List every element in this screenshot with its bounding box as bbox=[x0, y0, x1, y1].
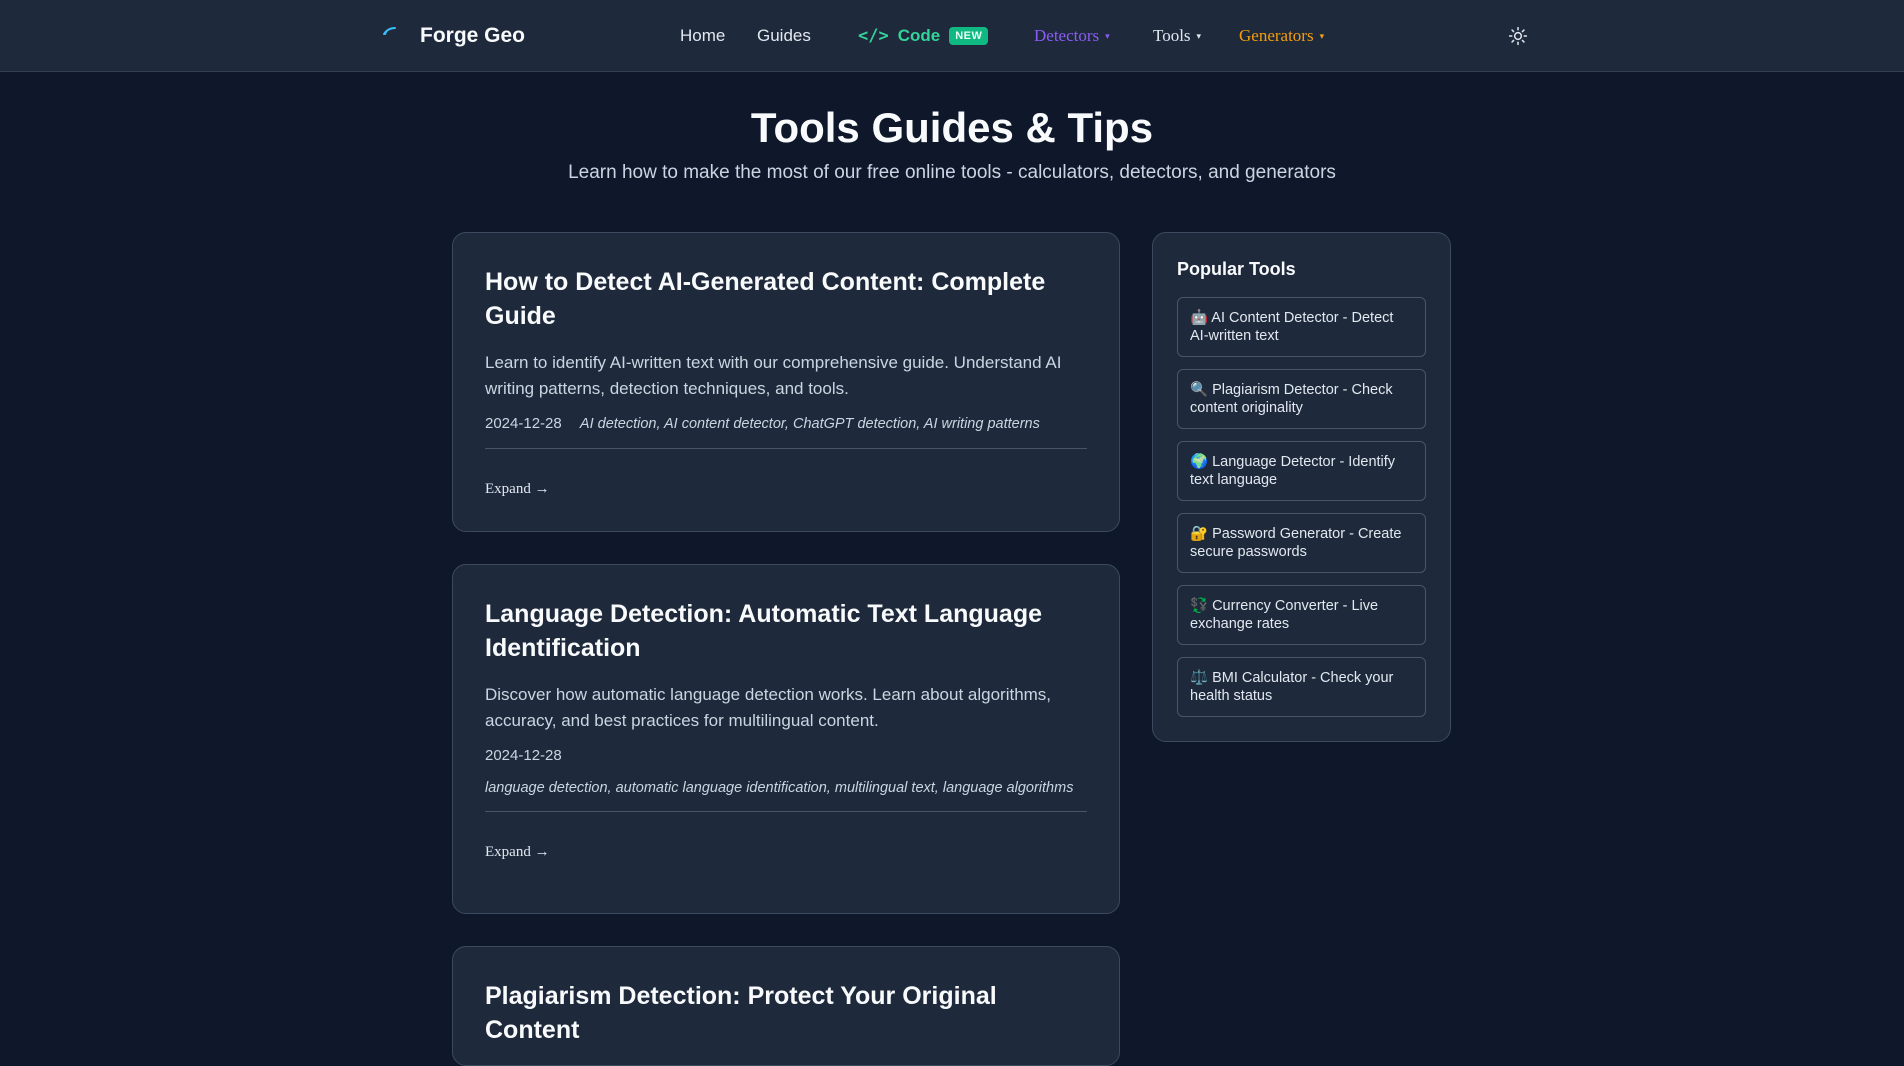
code-icon: </> bbox=[858, 26, 889, 46]
article-date: 2024-12-28 bbox=[485, 747, 562, 764]
forge-logo-icon bbox=[383, 27, 396, 35]
page-subtitle: Learn how to make the most of our free o… bbox=[568, 162, 1336, 183]
article-card: Plagiarism Detection: Protect Your Origi… bbox=[452, 946, 1120, 1066]
sidebar-item-plagiarism-detector[interactable]: 🔍 Plagiarism Detector - Check content or… bbox=[1177, 369, 1426, 429]
nav-code-label: Code bbox=[897, 26, 941, 45]
article-date: 2024-12-28 bbox=[485, 415, 562, 432]
nav-generators-label: Generators bbox=[1239, 26, 1314, 45]
expand-button[interactable]: Expand → bbox=[485, 844, 550, 861]
theme-toggle-button[interactable] bbox=[1506, 24, 1530, 48]
divider bbox=[485, 448, 1087, 449]
article-description: Discover how automatic language detectio… bbox=[485, 685, 1052, 730]
article-meta: 2024-12-28 language detection, automatic… bbox=[485, 746, 1087, 797]
nav-home[interactable]: Home bbox=[680, 26, 725, 46]
chevron-down-icon: ▾ bbox=[1105, 30, 1110, 41]
sidebar-item-ai-content-detector[interactable]: 🤖 AI Content Detector - Detect AI-writte… bbox=[1177, 297, 1426, 357]
article-card: How to Detect AI-Generated Content: Comp… bbox=[452, 232, 1120, 532]
article-meta: 2024-12-28 AI detection, AI content dete… bbox=[485, 414, 1087, 434]
expand-button[interactable]: Expand → bbox=[485, 481, 550, 498]
brand-link[interactable]: Forge Geo bbox=[378, 22, 525, 50]
sidebar-title: Popular Tools bbox=[1177, 259, 1296, 279]
nav-detectors-label: Detectors bbox=[1034, 26, 1100, 45]
nav-detectors-dropdown[interactable]: Detectors ▾ bbox=[1034, 26, 1110, 46]
new-badge: NEW bbox=[949, 27, 989, 45]
nav-tools-label: Tools bbox=[1153, 26, 1191, 45]
top-navigation-bar: Forge Geo Home Guides </> Code NEW Detec… bbox=[0, 0, 1904, 72]
article-title[interactable]: How to Detect AI-Generated Content: Comp… bbox=[485, 265, 1087, 333]
nav-code[interactable]: </> Code NEW bbox=[858, 24, 989, 48]
article-title[interactable]: Language Detection: Automatic Text Langu… bbox=[485, 597, 1087, 665]
sidebar-item-currency-converter[interactable]: 💱 Currency Converter - Live exchange rat… bbox=[1177, 585, 1426, 645]
article-tags: AI detection, AI content detector, ChatG… bbox=[579, 416, 1040, 432]
article-tags: language detection, automatic language i… bbox=[485, 780, 1074, 796]
sun-icon bbox=[1508, 26, 1528, 46]
nav-generators-dropdown[interactable]: Generators ▾ bbox=[1239, 26, 1324, 46]
page-title: Tools Guides & Tips bbox=[750, 104, 1154, 151]
sidebar-item-bmi-calculator[interactable]: ⚖️ BMI Calculator - Check your health st… bbox=[1177, 657, 1426, 717]
nav-tools-dropdown[interactable]: Tools ▾ bbox=[1153, 26, 1201, 46]
article-title[interactable]: Plagiarism Detection: Protect Your Origi… bbox=[485, 979, 1087, 1047]
article-card: Language Detection: Automatic Text Langu… bbox=[452, 564, 1120, 914]
chevron-down-icon: ▾ bbox=[1196, 30, 1202, 41]
popular-tools-sidebar: Popular Tools 🤖 AI Content Detector - De… bbox=[1152, 232, 1451, 742]
divider bbox=[485, 811, 1087, 812]
chevron-down-icon: ▾ bbox=[1319, 30, 1325, 41]
brand-name: Forge Geo bbox=[420, 24, 526, 47]
nav-guides[interactable]: Guides bbox=[757, 26, 811, 46]
sidebar-item-password-generator[interactable]: 🔐 Password Generator - Create secure pas… bbox=[1177, 513, 1426, 573]
article-description: Learn to identify AI-written text with o… bbox=[485, 353, 1062, 398]
sidebar-item-language-detector[interactable]: 🌍 Language Detector - Identify text lang… bbox=[1177, 441, 1426, 501]
